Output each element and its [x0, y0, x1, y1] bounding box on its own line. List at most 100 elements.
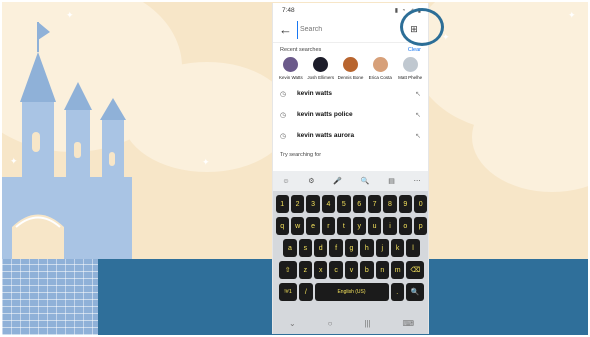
key[interactable]: q [275, 217, 289, 235]
key[interactable]: 6 [352, 195, 366, 213]
key[interactable]: a [283, 239, 297, 257]
phone-screen: 7:48 ▮ ◔ ⊿ ▮ ← ⊞ Recent searches Clear K… [272, 3, 429, 334]
key[interactable]: o [398, 217, 413, 235]
arrow-up-left-icon[interactable]: ↖ [415, 132, 421, 140]
status-icons: ▮ ◔ ⊿ ▮ [394, 7, 422, 14]
recent-person[interactable]: Kevin Watts [277, 57, 305, 80]
key[interactable]: v [344, 261, 359, 279]
key[interactable]: t [337, 217, 351, 235]
history-text: kevin watts police [297, 111, 353, 119]
key[interactable]: c [329, 261, 343, 279]
key-row-bottom: !#1 / English (US) . 🔍 [273, 283, 428, 301]
more-icon[interactable]: ⋯ [414, 177, 421, 185]
keyboard-toolbar: ☺ ⚙ 🎤 🔍 ▤ ⋯ [273, 171, 428, 191]
key[interactable]: g [344, 239, 359, 257]
key[interactable]: 5 [337, 195, 351, 213]
key[interactable]: h [360, 239, 374, 257]
key-row-2: a s d f g h j k l [273, 239, 428, 257]
nav-recents-icon[interactable]: ||| [364, 319, 370, 328]
settings-icon[interactable]: ⚙ [308, 177, 314, 185]
search-bar: ← ⊞ [273, 17, 428, 43]
person-name: Dennis Bone [337, 75, 364, 80]
key[interactable]: d [314, 239, 328, 257]
key[interactable]: 1 [275, 195, 289, 213]
search-history: ◷ kevin watts ↖ ◷ kevin watts police ↖ ◷… [273, 83, 428, 146]
arrow-left-icon[interactable]: ← [279, 22, 297, 37]
key[interactable]: l [406, 239, 420, 257]
sparkle-icon: ✦ [202, 157, 210, 167]
history-text: kevin watts aurora [297, 132, 355, 140]
recent-people: Kevin Watts Josh Ellimers Dennis Bone Er… [273, 53, 428, 80]
history-text: kevin watts [297, 90, 333, 98]
keyboard-icon[interactable]: ⌨ [402, 319, 414, 328]
search-icon[interactable]: 🔍 [361, 177, 370, 185]
status-time: 7:48 [282, 6, 295, 14]
key[interactable]: f [329, 239, 343, 257]
clock-icon: ◷ [280, 90, 287, 98]
keyboard: ☺ ⚙ 🎤 🔍 ▤ ⋯ 1 2 3 4 5 6 7 8 9 0 q w e r … [273, 171, 428, 334]
search-input[interactable] [297, 20, 406, 39]
sparkle-icon: ✦ [568, 10, 576, 20]
key[interactable]: y [352, 217, 366, 235]
search-key[interactable]: 🔍 [405, 283, 424, 301]
nav-home-icon[interactable]: ○ [328, 319, 333, 328]
key[interactable]: 2 [290, 195, 305, 213]
key[interactable]: 4 [321, 195, 336, 213]
key[interactable]: 8 [383, 195, 397, 213]
key[interactable]: p [414, 217, 428, 235]
key[interactable]: u [367, 217, 382, 235]
slash-key[interactable]: / [299, 283, 313, 301]
avatar [402, 57, 418, 72]
history-item[interactable]: ◷ kevin watts ↖ [273, 83, 428, 104]
scan-icon[interactable]: ⊞ [406, 22, 422, 38]
key[interactable]: n [375, 261, 389, 279]
shift-key[interactable]: ⇧ [278, 261, 297, 279]
space-key[interactable]: English (US) [314, 283, 389, 301]
avatar [372, 57, 388, 72]
avatar [342, 57, 358, 72]
recent-searches-header: Recent searches Clear [273, 43, 428, 53]
key[interactable]: r [321, 217, 336, 235]
key[interactable]: w [290, 217, 305, 235]
bridge [2, 259, 98, 335]
recent-person[interactable]: Dennis Bone [337, 57, 365, 80]
key-row-1: q w e r t y u i o p [273, 217, 428, 235]
status-bar: 7:48 ▮ ◔ ⊿ ▮ [273, 3, 428, 17]
mic-icon[interactable]: 🎤 [333, 177, 342, 185]
history-item[interactable]: ◷ kevin watts aurora ↖ [273, 125, 428, 146]
key[interactable]: e [306, 217, 320, 235]
person-name: Erica Costa [368, 75, 392, 80]
nav-down-icon[interactable]: ⌄ [289, 319, 296, 328]
key[interactable]: 9 [398, 195, 413, 213]
try-searching-label: Try searching for [280, 152, 322, 159]
clock-icon: ◷ [280, 111, 287, 119]
key[interactable]: x [314, 261, 328, 279]
avatar [313, 57, 329, 72]
clear-button[interactable]: Clear [408, 47, 421, 53]
nav-bar: ⌄ ○ ||| ⌨ [273, 312, 428, 334]
key[interactable]: 7 [367, 195, 382, 213]
recent-person[interactable]: Josh Ellimers [307, 57, 335, 80]
arrow-up-left-icon[interactable]: ↖ [415, 90, 421, 98]
period-key[interactable]: . [390, 283, 404, 301]
emoji-icon[interactable]: ☺ [282, 178, 289, 185]
key[interactable]: k [390, 239, 405, 257]
key[interactable]: b [360, 261, 374, 279]
symbols-key[interactable]: !#1 [279, 283, 298, 301]
person-name: Kevin Watts [278, 75, 303, 80]
key[interactable]: i [383, 217, 397, 235]
key[interactable]: m [390, 261, 405, 279]
key[interactable]: 3 [306, 195, 320, 213]
backspace-key[interactable]: ⌫ [406, 261, 425, 279]
history-item[interactable]: ◷ kevin watts police ↖ [273, 104, 428, 125]
key[interactable]: z [298, 261, 313, 279]
key[interactable]: 0 [414, 195, 428, 213]
recent-person[interactable]: Erica Costa [366, 57, 394, 80]
key-row-numbers: 1 2 3 4 5 6 7 8 9 0 [273, 195, 428, 213]
arrow-up-left-icon[interactable]: ↖ [415, 111, 421, 119]
avatar [283, 57, 299, 72]
recent-person[interactable]: Matt Phelhe [396, 57, 424, 80]
clipboard-icon[interactable]: ▤ [388, 177, 395, 185]
key[interactable]: j [375, 239, 389, 257]
key[interactable]: s [298, 239, 313, 257]
